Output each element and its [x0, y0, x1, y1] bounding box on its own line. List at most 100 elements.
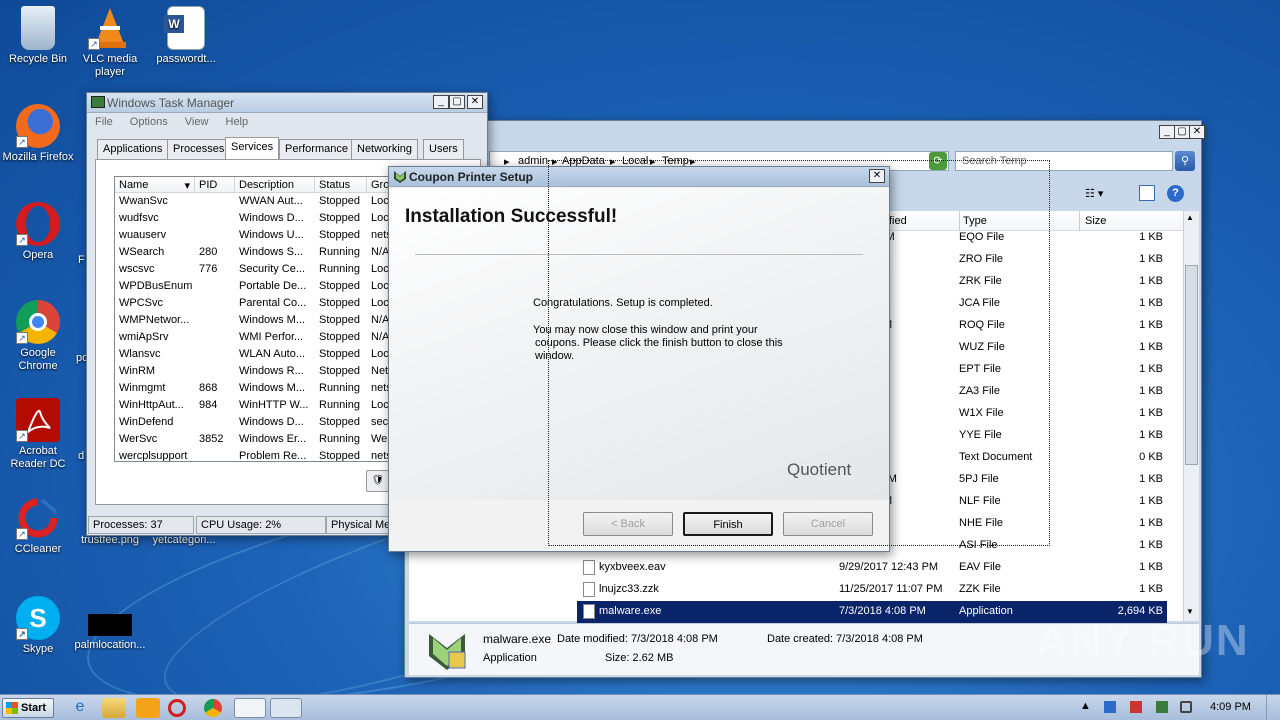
service-pid	[195, 448, 235, 461]
service-status: Stopped	[319, 450, 360, 462]
service-name: WMPNetwor...	[119, 314, 190, 326]
navigation-pane[interactable]	[409, 551, 567, 621]
file-size: 1 KB	[1139, 429, 1163, 441]
action-center-icon[interactable]	[1130, 701, 1142, 713]
file-row[interactable]: lnujzc33.zzk 11/25/2017 11:07 PM ZZK File 1…	[577, 579, 1167, 601]
tab-services[interactable]: Services	[225, 137, 280, 159]
column-size[interactable]: Size	[1085, 215, 1106, 227]
service-pid: 984	[199, 399, 218, 411]
service-desc: Windows M...	[239, 382, 306, 394]
tab-networking[interactable]: Networking	[351, 139, 419, 159]
menu-file[interactable]: File	[95, 116, 113, 128]
service-desc: WinHTTP W...	[239, 399, 309, 411]
services-button-shield-icon[interactable]: 🛡	[366, 470, 390, 492]
show-hidden-icons-icon[interactable]: ▲	[1080, 700, 1091, 712]
minimize-button[interactable]: _	[433, 95, 449, 109]
status-memory: Physical Mem	[326, 516, 390, 534]
service-status: Running	[319, 263, 360, 275]
details-size: Size: 2.62 MB	[605, 652, 674, 664]
scrollbar[interactable]: ▲ ▼	[1183, 211, 1199, 621]
opera-taskbar-icon[interactable]	[168, 699, 186, 717]
service-desc: Windows R...	[239, 365, 304, 377]
service-pid	[195, 295, 235, 312]
service-pid: 868	[199, 382, 218, 394]
details-date-modified: Date modified: 7/3/2018 4:08 PM	[557, 633, 718, 645]
file-explorer-icon[interactable]	[102, 698, 126, 718]
desktop-icon-chrome[interactable]: ↗ Google Chrome	[0, 300, 76, 373]
application-shield-icon	[425, 630, 469, 672]
desktop-icon-skype[interactable]: S ↗ Skype	[0, 596, 76, 656]
menu-options[interactable]: Options	[130, 116, 168, 128]
desktop-icon-label: Skype	[22, 643, 54, 655]
start-button[interactable]: Start	[2, 698, 54, 718]
column-description[interactable]: Description	[235, 177, 315, 192]
file-icon	[583, 560, 595, 575]
file-name: malware.exe	[599, 605, 662, 617]
desktop-icon-palmlocation[interactable]: palmlocation...	[72, 614, 148, 652]
column-pid[interactable]: PID	[195, 177, 235, 192]
tab-processes[interactable]: Processes	[167, 139, 231, 159]
file-size: 0 KB	[1139, 451, 1163, 463]
search-icon[interactable]: ⚲	[1175, 151, 1195, 171]
desktop-icon-opera[interactable]: ↗ Opera	[0, 202, 76, 262]
service-name: WPCSvc	[119, 297, 163, 309]
preview-pane-icon[interactable]	[1139, 185, 1155, 201]
column-status[interactable]: Status	[315, 177, 367, 192]
setup-taskbar-icon[interactable]	[234, 698, 266, 718]
service-name: WerSvc	[119, 433, 158, 445]
tab-applications[interactable]: Applications	[97, 139, 169, 159]
close-button[interactable]: ✕	[1189, 125, 1205, 139]
network-icon[interactable]	[1104, 701, 1116, 713]
desktop-icon-firefox[interactable]: ↗ Mozilla Firefox	[0, 104, 76, 164]
scroll-up-arrow-icon[interactable]: ▲	[1186, 213, 1194, 222]
clock[interactable]: 4:09 PM	[1210, 701, 1251, 713]
show-desktop-button[interactable]	[1266, 695, 1280, 720]
volume-icon[interactable]	[1180, 701, 1192, 713]
minimize-button[interactable]: _	[1159, 125, 1175, 139]
acrobat-icon: ↗	[16, 398, 60, 442]
desktop-icon-vlc[interactable]: ↗ VLC media player	[72, 6, 148, 79]
scroll-down-arrow-icon[interactable]: ▼	[1186, 607, 1194, 616]
internet-explorer-icon[interactable]: e	[68, 698, 92, 718]
chrome-taskbar-icon[interactable]	[204, 699, 222, 717]
file-size: 1 KB	[1139, 561, 1163, 573]
tab-performance[interactable]: Performance	[279, 139, 354, 159]
tab-strip: Applications Processes Services Performa…	[95, 137, 481, 161]
menu-help[interactable]: Help	[226, 116, 249, 128]
help-icon[interactable]: ?	[1167, 185, 1184, 202]
desktop-icon-passwordt[interactable]: W passwordt...	[148, 6, 224, 66]
task-manager-titlebar[interactable]: Windows Task Manager _ ▢ ✕	[87, 93, 487, 113]
details-type: Application	[483, 652, 537, 664]
desktop-icon-recycle-bin[interactable]: Recycle Bin	[0, 6, 76, 66]
maximize-button[interactable]: ▢	[1174, 125, 1190, 139]
tab-users[interactable]: Users	[423, 139, 464, 159]
service-pid	[195, 210, 235, 227]
desktop-icon-ccleaner[interactable]: ↗ CCleaner	[0, 496, 76, 556]
column-name[interactable]: Name ▾	[115, 177, 195, 192]
drag-selection-rectangle	[548, 160, 1050, 546]
service-status: Running	[319, 382, 360, 394]
scroll-thumb[interactable]	[1185, 265, 1198, 465]
details-date-created: Date created: 7/3/2018 4:08 PM	[767, 633, 923, 645]
file-size: 1 KB	[1139, 385, 1163, 397]
file-row[interactable]: kyxbveex.eav 9/29/2017 12:43 PM EAV File 1 …	[577, 557, 1167, 579]
desktop-icon-acrobat[interactable]: ↗ Acrobat Reader DC	[0, 398, 76, 471]
maximize-button[interactable]: ▢	[449, 95, 465, 109]
close-button[interactable]: ✕	[467, 95, 483, 109]
battery-icon[interactable]	[1156, 701, 1168, 713]
windows-logo-icon	[6, 702, 18, 714]
view-options-icon[interactable]: ☷ ▾	[1085, 187, 1103, 200]
media-player-icon[interactable]	[136, 698, 160, 718]
file-type: Application	[959, 605, 1013, 617]
file-date: 11/25/2017 11:07 PM	[839, 583, 943, 595]
desktop-icon-label: Opera	[22, 249, 54, 261]
black-image-icon	[88, 614, 132, 636]
setup-shield-icon	[393, 170, 407, 184]
file-name: kyxbveex.eav	[599, 561, 666, 573]
service-pid	[195, 329, 235, 346]
service-pid	[195, 193, 235, 210]
service-name: WSearch	[119, 246, 165, 258]
service-name: WinHttpAut...	[119, 399, 184, 411]
task-manager-taskbar-icon[interactable]	[270, 698, 302, 718]
menu-view[interactable]: View	[185, 116, 209, 128]
